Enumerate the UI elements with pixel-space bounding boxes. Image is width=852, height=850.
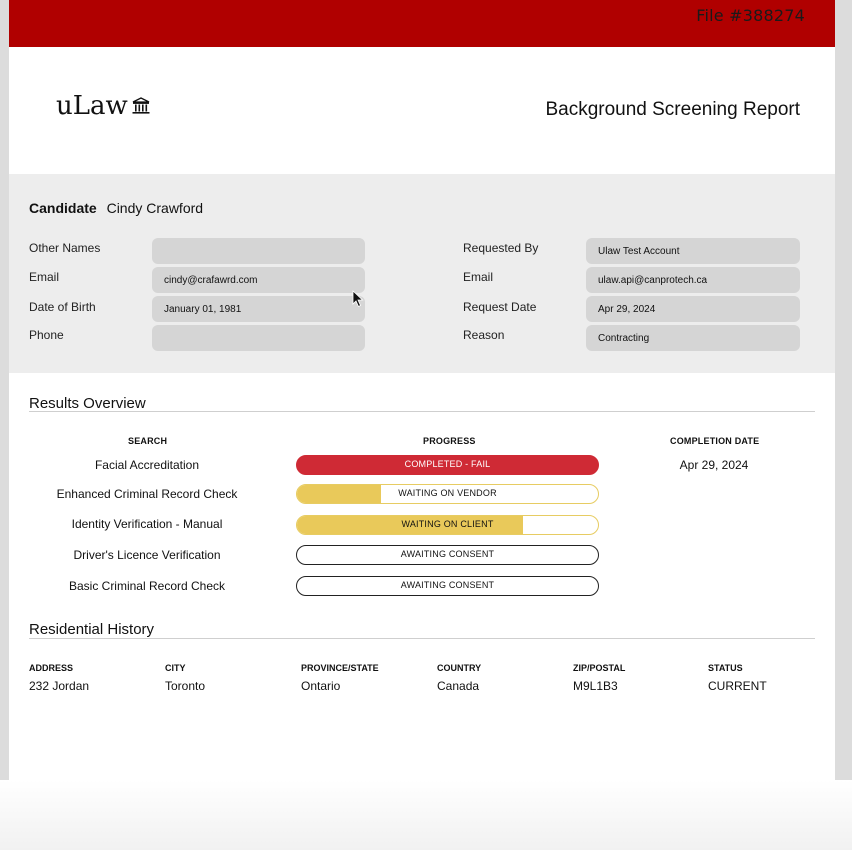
search-name-facial: Facial Accreditation [94, 458, 200, 472]
request-date-label: Request Date [463, 300, 537, 314]
progress-bar-basic-criminal[interactable]: AWAITING CONSENT [296, 576, 599, 596]
candidate-name: Cindy Crawford [106, 200, 204, 216]
courthouse-icon [132, 97, 150, 114]
report-page: File #388274 uLaw Background Screening R… [9, 0, 835, 850]
report-title: Background Screening Report [545, 99, 800, 120]
progress-status: WAITING ON VENDOR [398, 488, 497, 498]
phone-label: Phone [29, 328, 64, 342]
status-value: CURRENT [708, 679, 767, 693]
dob-field: January 01, 1981 [152, 296, 365, 322]
window-frame-right [835, 0, 852, 850]
candidate-email-label: Email [29, 270, 60, 284]
search-name-basic-criminal: Basic Criminal Record Check [68, 579, 226, 593]
top-bar: File #388274 [9, 0, 835, 47]
progress-bar-drivers-licence[interactable]: AWAITING CONSENT [296, 545, 599, 565]
search-name-identity: Identity Verification - Manual [71, 517, 223, 531]
window-frame-left [0, 0, 9, 850]
results-divider [29, 411, 815, 412]
completion-date-facial: Apr 29, 2024 [679, 458, 749, 472]
candidate-panel: Candidate Cindy Crawford Other Names Ema… [9, 174, 835, 373]
search-name-enhanced-criminal: Enhanced Criminal Record Check [56, 487, 238, 501]
progress-column-header: PROGRESS [423, 436, 476, 446]
dob-label: Date of Birth [29, 300, 96, 314]
progress-status: AWAITING CONSENT [400, 549, 495, 559]
requested-by-label: Requested By [463, 241, 539, 255]
reason-field: Contracting [586, 325, 800, 351]
status-header: STATUS [708, 663, 743, 673]
country-header: COUNTRY [437, 663, 482, 673]
phone-field [152, 325, 365, 351]
progress-status: WAITING ON CLIENT [401, 519, 494, 529]
other-names-field [152, 238, 365, 264]
country-value: Canada [437, 679, 480, 693]
city-header: CITY [165, 663, 186, 673]
requested-by-field: Ulaw Test Account [586, 238, 800, 264]
residential-divider [29, 638, 815, 639]
reason-label: Reason [463, 328, 505, 342]
zip-header: ZIP/POSTAL [573, 663, 626, 673]
requester-email-label: Email [463, 270, 494, 284]
bottom-fade [0, 780, 852, 850]
results-overview-title: Results Overview [29, 395, 146, 412]
progress-status: COMPLETED - FAIL [404, 459, 491, 469]
progress-bar-facial[interactable]: COMPLETED - FAIL [296, 455, 599, 475]
progress-bar-identity[interactable]: WAITING ON CLIENT [296, 515, 599, 535]
logo-text: uLaw [56, 91, 128, 121]
other-names-label: Other Names [29, 241, 101, 255]
residential-history-title: Residential History [29, 621, 155, 638]
search-column-header: SEARCH [128, 436, 168, 446]
province-header: PROVINCE/STATE [301, 663, 379, 673]
search-name-drivers-licence: Driver's Licence Verification [73, 548, 221, 562]
address-value: 232 Jordan [29, 679, 90, 693]
candidate-email-field: cindy@crafawrd.com [152, 267, 365, 293]
province-value: Ontario [301, 679, 341, 693]
progress-status: AWAITING CONSENT [400, 580, 495, 590]
completion-date-column-header: COMPLETION DATE [670, 436, 760, 446]
candidate-line: Candidate Cindy Crawford [29, 200, 203, 216]
request-date-field: Apr 29, 2024 [586, 296, 800, 322]
candidate-label: Candidate [29, 200, 97, 216]
report-header: uLaw Background Screening Report [9, 47, 835, 174]
progress-bar-enhanced-criminal[interactable]: WAITING ON VENDOR [296, 484, 599, 504]
mouse-cursor-icon [352, 290, 364, 308]
address-header: ADDRESS [29, 663, 74, 673]
zip-value: M9L1B3 [573, 679, 618, 693]
file-number: File #388274 [696, 6, 805, 25]
requester-email-field: ulaw.api@canprotech.ca [586, 267, 800, 293]
city-value: Toronto [165, 679, 206, 693]
brand-logo: uLaw [56, 91, 151, 121]
